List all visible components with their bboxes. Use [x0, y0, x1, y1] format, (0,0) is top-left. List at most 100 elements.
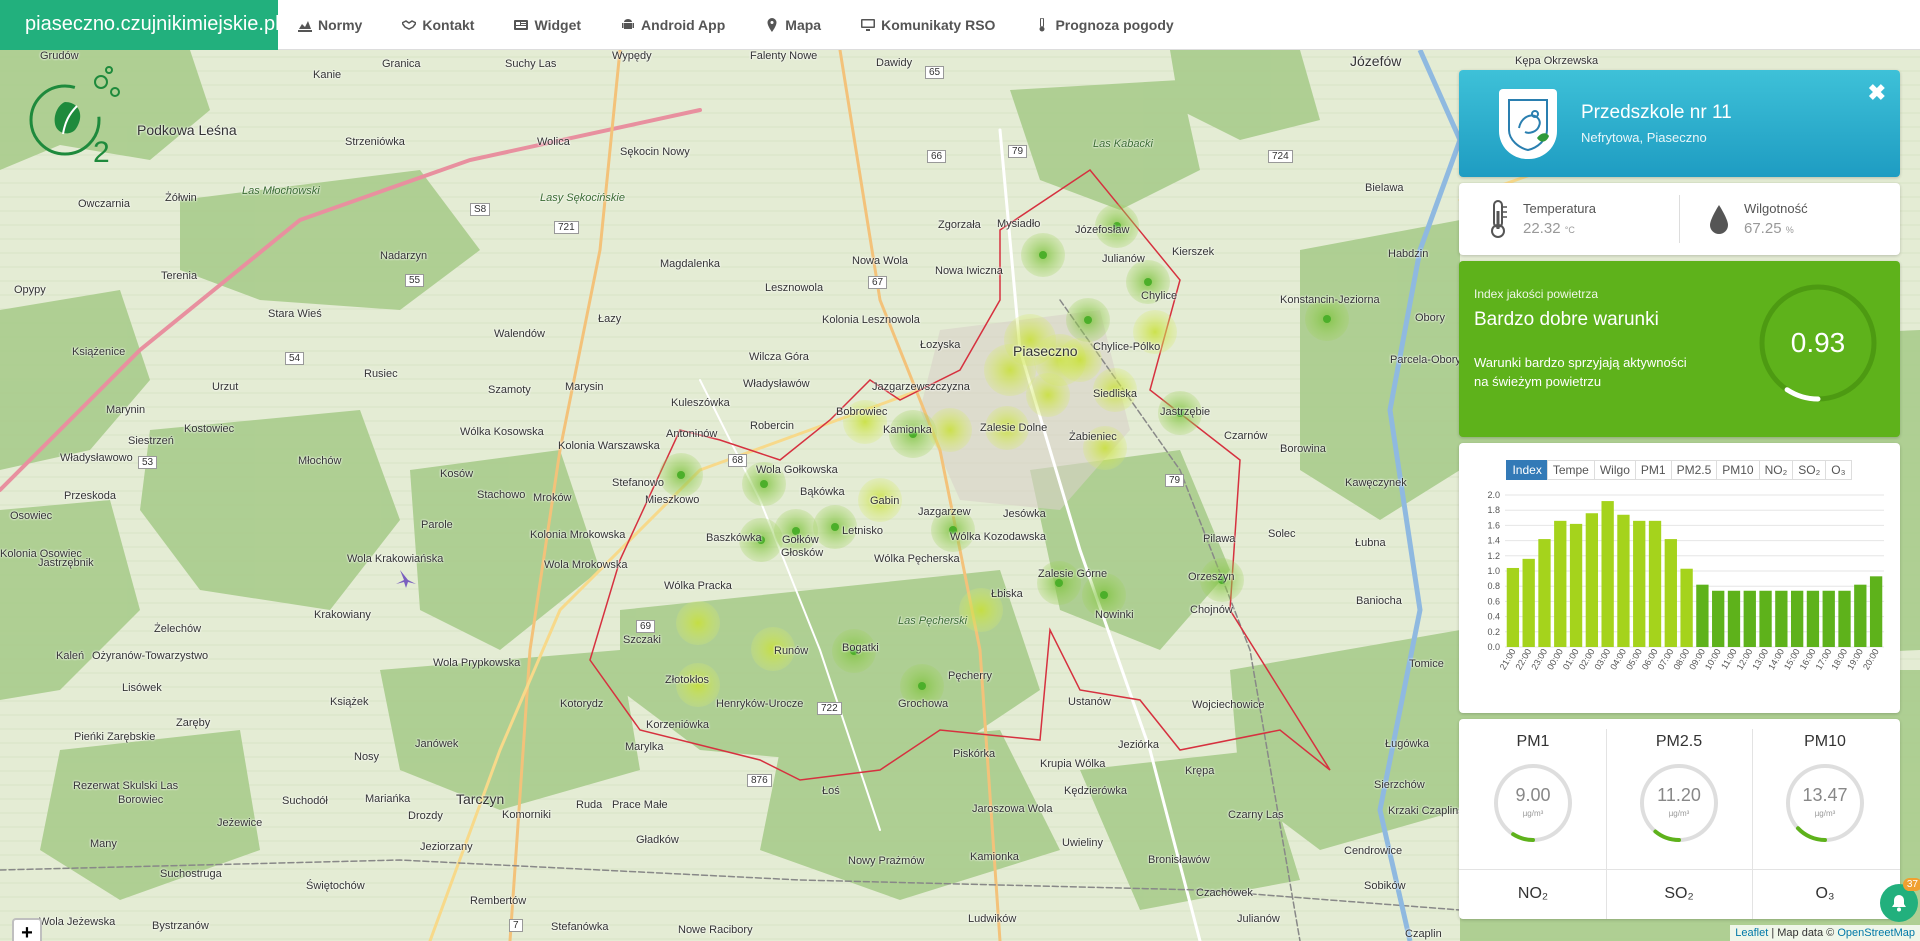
close-panel-button[interactable]: ✖	[1868, 80, 1886, 106]
road-number: 7	[509, 919, 523, 932]
handshake-icon	[402, 19, 417, 30]
map-label: Zalesie Dolne	[980, 422, 1048, 434]
map-label: Strzeniówka	[345, 136, 405, 148]
map-label: Las Kabacki	[1093, 138, 1153, 150]
x-tick-label: 20:00	[1861, 647, 1881, 672]
pm25-value: 11.20	[1657, 785, 1701, 805]
map-label: Robercin	[750, 420, 795, 432]
nav-android[interactable]: Android App	[601, 0, 745, 50]
tab-humidity[interactable]: Wilgo	[1593, 460, 1636, 480]
tab-index[interactable]: Index	[1506, 460, 1548, 480]
map-label: Podkowa Leśna	[137, 122, 237, 138]
map-label: Żabieniec	[1069, 431, 1117, 443]
map-label: Nosy	[354, 751, 380, 763]
nav-kontakt-label: Kontakt	[422, 16, 475, 33]
map-label: Krupia Wólka	[1040, 758, 1106, 770]
map-label: Czarny Las	[1228, 809, 1284, 821]
brand-link[interactable]: piaseczno.czujnikimiejskie.pl	[0, 0, 280, 50]
map-label: Kuleszówka	[671, 397, 730, 409]
y-tick-label: 0.8	[1487, 581, 1500, 591]
map-label: Głosków	[781, 547, 824, 559]
map-label: Kolonia Mrokowska	[530, 529, 626, 541]
tab-o3[interactable]: O₃	[1825, 460, 1852, 480]
nav-rso-label: Komunikaty RSO	[881, 16, 996, 33]
map-label: Kanie	[313, 69, 342, 81]
nav-rso[interactable]: Komunikaty RSO	[841, 0, 1015, 50]
map-label: Czachówek	[1196, 887, 1253, 899]
nav-kontakt[interactable]: Kontakt	[382, 0, 494, 50]
bar	[1806, 590, 1820, 647]
tab-so2[interactable]: SO₂	[1792, 460, 1827, 480]
tab-pm1[interactable]: PM1	[1634, 460, 1672, 480]
nav-mapa-label: Mapa	[785, 16, 822, 33]
map-label: Żółwin	[165, 192, 197, 204]
road-number: 65	[925, 66, 945, 79]
map-label: Krakowiany	[314, 609, 371, 621]
map-label: Janówek	[415, 738, 459, 750]
map-label: Wola Prypkowska	[433, 657, 521, 669]
y-tick-label: 1.6	[1487, 520, 1500, 530]
bar	[1648, 520, 1662, 647]
humidity-label: Wilgotność	[1744, 201, 1808, 216]
y-tick-label: 1.0	[1487, 566, 1500, 576]
so2-label: SO₂	[1664, 885, 1694, 902]
map-label: Pęcherry	[948, 670, 993, 682]
tab-pm25[interactable]: PM2.5	[1670, 460, 1718, 480]
map-label: Baszkówka	[706, 532, 762, 544]
map-label: Mroków	[533, 492, 572, 504]
map-label: Kawęczynek	[1345, 477, 1407, 489]
nav-prognoza[interactable]: Prognoza pogody	[1015, 0, 1193, 50]
leaflet-link[interactable]: Leaflet	[1735, 927, 1768, 939]
bar	[1601, 501, 1614, 647]
map-label: Zgorzała	[938, 219, 981, 231]
map-label: Wólka Pracka	[664, 580, 732, 592]
map-label: Siestrzeń	[128, 435, 174, 447]
map-label: Krępa	[1185, 765, 1215, 777]
bar	[1554, 520, 1567, 647]
bar	[1854, 584, 1867, 647]
map-label: Nowy Prażmów	[848, 855, 925, 867]
bar	[1506, 567, 1520, 647]
bar	[1696, 584, 1709, 647]
map-label: Stachowo	[477, 489, 526, 501]
map-label: Zalesie Górne	[1038, 568, 1108, 580]
map-label: Uwieliny	[1062, 837, 1103, 849]
map-label: Wola Krakowiańska	[347, 553, 444, 565]
station-header: Przedszkole nr 11 Nefrytowa, Piaseczno ✖	[1459, 70, 1900, 177]
map-label: Chylice-Pólko	[1093, 341, 1161, 353]
map-label: Orzeszyn	[1188, 571, 1235, 583]
map-label: Książek	[330, 696, 369, 708]
map-label: Rembertów	[470, 895, 527, 907]
map-label: Żelechów	[154, 623, 202, 635]
map-label: Wólka Pęcherska	[874, 553, 960, 565]
map-label: Rusiec	[364, 368, 398, 380]
road-number: 54	[285, 352, 305, 365]
map-label: Bogatki	[842, 642, 879, 654]
nav-normy[interactable]: Normy	[278, 0, 382, 50]
map-label: Jazgarzewszczyzna	[872, 381, 970, 393]
map-label: Nowinki	[1095, 609, 1134, 621]
map-label: Wólka Kozodawska	[950, 531, 1046, 543]
nav-widget-label: Widget	[534, 16, 582, 33]
tab-pm10[interactable]: PM10	[1716, 460, 1760, 480]
zoom-in-button[interactable]: +	[14, 920, 40, 941]
divider	[1459, 869, 1900, 870]
map-label: Grochowa	[898, 698, 949, 710]
nav-mapa[interactable]: Mapa	[745, 0, 841, 50]
tab-no2[interactable]: NO₂	[1758, 460, 1794, 480]
map-label: Kolonia Warszawska	[558, 440, 660, 452]
map-label: Borowina	[1280, 443, 1326, 455]
bar	[1633, 520, 1646, 647]
map-label: Borowiec	[118, 794, 164, 806]
bar	[1680, 568, 1693, 647]
bar	[1838, 590, 1851, 647]
osm-link[interactable]: OpenStreetMap	[1837, 927, 1915, 939]
notifications-button[interactable]: 37	[1880, 878, 1920, 922]
nav-widget[interactable]: Widget	[494, 0, 601, 50]
tab-temperature[interactable]: Tempe	[1546, 460, 1595, 480]
zoom-control: + −	[12, 918, 42, 941]
road-number: 53	[138, 456, 158, 469]
y-tick-label: 0.6	[1487, 596, 1500, 606]
bar	[1617, 514, 1630, 647]
map-label: Las Pęcherski	[898, 615, 968, 627]
